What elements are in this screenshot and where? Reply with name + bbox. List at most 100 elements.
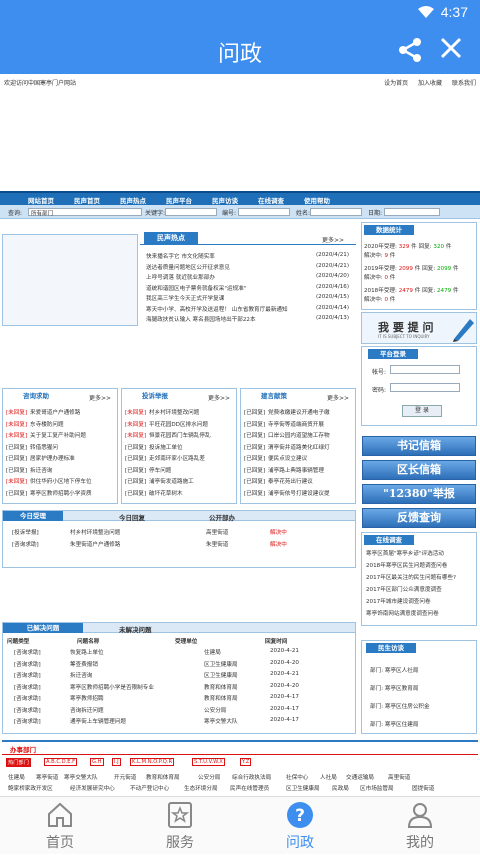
- dept-link[interactable]: 综合行政执法局: [232, 773, 271, 781]
- dept-link[interactable]: 民声在线管理员: [230, 784, 269, 792]
- hot-item-link[interactable]: 我区高三学生今天正式开学复课: [146, 294, 224, 302]
- secretary-mailbox-button[interactable]: 书记信箱: [362, 436, 476, 456]
- hot-item-link[interactable]: 送达者质量问题地区公开征求意见: [146, 263, 230, 271]
- dept-letter-tab[interactable]: K.L.M.N.O.P.Q.R: [130, 758, 175, 766]
- complaint-item-link[interactable]: 恒景花园西门车辆乱停乱: [149, 431, 211, 439]
- problem-item-link[interactable]: 筹查费报销: [70, 660, 98, 668]
- number-input[interactable]: [238, 208, 290, 216]
- dept-link[interactable]: 开元街道: [114, 773, 136, 781]
- dept-link[interactable]: 人社局: [320, 773, 337, 781]
- dept-link[interactable]: 不动产登记中心: [130, 784, 169, 792]
- date-input[interactable]: [384, 208, 440, 216]
- suggest-more-link[interactable]: 更多>>: [327, 393, 349, 402]
- tab-today-reply[interactable]: 今日回复: [119, 512, 145, 522]
- consult-more-link[interactable]: 更多>>: [89, 393, 111, 402]
- tab-wenzheng[interactable]: ? 问政: [240, 797, 360, 855]
- ask-question-banner[interactable]: 我 要 提 问 IT IS SUBJECT TO INQUIRY: [361, 312, 477, 344]
- dept-link[interactable]: 生态环境分局: [184, 784, 218, 792]
- suggest-item-link[interactable]: 党费收缴建议开通电子缴: [268, 408, 330, 416]
- dept-link[interactable]: 高里街道: [388, 773, 410, 781]
- suggest-item-link[interactable]: 渭亭街并道路美化红绿灯: [268, 443, 330, 451]
- nav-item[interactable]: 网站首页: [28, 195, 54, 205]
- interview-item-link[interactable]: 部门: 寒亭区人社局: [370, 666, 418, 674]
- tab-home[interactable]: 首页: [0, 797, 120, 855]
- consult-item-link[interactable]: 关于复工复产补助问题: [30, 431, 86, 439]
- problem-item-link[interactable]: 通亭街上车辆管理问题: [70, 717, 126, 725]
- today-item-link[interactable]: 村乡村环境整治问题: [70, 528, 120, 536]
- suggest-item-link[interactable]: 口岸公园内道望施工存物: [268, 431, 330, 439]
- survey-item-link[interactable]: 2017年区部门公众满意度调查: [366, 585, 442, 593]
- dept-link[interactable]: 住建局: [8, 773, 25, 781]
- dept-link[interactable]: 区市场监管局: [360, 784, 394, 792]
- dept-link[interactable]: 交通运输局: [346, 773, 374, 781]
- problem-item-link[interactable]: 寒亭教师招聘: [70, 694, 104, 702]
- tab-service[interactable]: 服务: [120, 797, 240, 855]
- complaint-item-link[interactable]: 浦亭街发道路施工: [149, 477, 194, 485]
- problem-item-link[interactable]: 恢复路上单位: [70, 648, 104, 656]
- consult-item-link[interactable]: 东寺楼防问题: [30, 420, 64, 428]
- problem-item-link[interactable]: 拆迁咨询: [70, 671, 92, 679]
- report-12380-button[interactable]: "12380"举报: [362, 484, 476, 504]
- username-input[interactable]: [390, 365, 460, 374]
- tab-solved[interactable]: 已解决问题: [3, 623, 83, 633]
- tab-mine[interactable]: 我的: [360, 797, 480, 855]
- dept-link[interactable]: 公安分局: [198, 773, 220, 781]
- suggest-item-link[interactable]: 浦亭街依号打建设建议提: [268, 489, 330, 497]
- survey-item-link[interactable]: 2017年区最关注的民生问题有哪些?: [366, 573, 456, 581]
- consult-item-link[interactable]: 居家护理办理标准: [30, 454, 75, 462]
- dept-letter-tab[interactable]: 热门部门: [6, 758, 31, 767]
- webview[interactable]: 欢迎访问中国寒亭门户网站 设为首页 加入收藏 联系我们 网站首页 民声首页 民声…: [0, 74, 480, 796]
- survey-item-link[interactable]: 2017年城市建设调查问卷: [366, 597, 431, 605]
- feedback-query-button[interactable]: 反馈查询: [362, 508, 476, 528]
- dept-letter-tab[interactable]: S.T.U.V.W.X: [192, 758, 225, 766]
- consult-item-link[interactable]: 来爱哥道户户通修路: [30, 408, 80, 416]
- nav-item[interactable]: 民声首页: [74, 195, 100, 205]
- login-button[interactable]: 登 录: [402, 405, 442, 417]
- complaint-item-link[interactable]: 投诉施工单位: [149, 443, 183, 451]
- consult-item-link[interactable]: 供住华府小区地下停车位: [30, 477, 92, 485]
- dept-link[interactable]: 经济发展研究中心: [70, 784, 115, 792]
- nav-item[interactable]: 使用帮助: [304, 195, 330, 205]
- problem-item-link[interactable]: 寒亭区教师招聘小学是否限制专业: [70, 683, 154, 691]
- nav-item[interactable]: 民声平台: [166, 195, 192, 205]
- dept-link[interactable]: 区卫生健康局: [286, 784, 320, 792]
- dept-link[interactable]: 寒亭街道: [36, 773, 58, 781]
- complaint-more-link[interactable]: 更多>>: [208, 393, 230, 402]
- mayor-mailbox-button[interactable]: 区长信箱: [362, 460, 476, 480]
- interview-item-link[interactable]: 部门: 寒亭区教育局: [370, 684, 418, 692]
- complaint-item-link[interactable]: 破坏花草树木: [149, 489, 183, 497]
- survey-item-link[interactable]: 2018年寒亭区民生问题调查问卷: [366, 561, 447, 569]
- banner-image[interactable]: [2, 234, 138, 326]
- hot-item-link[interactable]: 寒天中小学、高校开学及送返程！ 山东省教育厅最新通知: [146, 305, 288, 313]
- suggest-item-link[interactable]: 便民点设立建议: [268, 454, 307, 462]
- dept-link[interactable]: 教育和体育局: [146, 773, 180, 781]
- name-input[interactable]: [310, 208, 362, 216]
- tab-unsolved[interactable]: 未解决问题: [119, 624, 152, 634]
- consult-item-link[interactable]: 寒亭区教师招聘小学资质: [30, 489, 92, 497]
- hot-item-link[interactable]: 上呼号调落 就近就业那部办: [146, 273, 215, 281]
- complaint-item-link[interactable]: 村乡村环境整改问题: [149, 408, 199, 416]
- dept-letter-tab[interactable]: I.J: [112, 758, 121, 766]
- hot-item-link[interactable]: 快来播名字它 市文化随实率: [146, 252, 215, 260]
- dept-link[interactable]: 民政局: [332, 784, 349, 792]
- nav-item[interactable]: 在线调查: [258, 195, 284, 205]
- close-icon[interactable]: [438, 35, 464, 61]
- consult-item-link[interactable]: 转借悉猩问: [30, 443, 58, 451]
- complaint-item-link[interactable]: 停车问题: [149, 466, 171, 474]
- dept-letter-tab[interactable]: G.H: [90, 758, 104, 766]
- dept-select[interactable]: 所有部门: [28, 208, 142, 217]
- consult-item-link[interactable]: 拆迁咨询: [30, 466, 52, 474]
- nav-item[interactable]: 民声热点: [120, 195, 146, 205]
- dept-link[interactable]: 社保中心: [286, 773, 308, 781]
- tab-public-dept[interactable]: 公开部办: [209, 512, 235, 522]
- interview-item-link[interactable]: 部门: 寒亭区住建局: [370, 720, 418, 728]
- survey-item-link[interactable]: 寒亭饰南网站满意度调查问卷: [366, 609, 439, 617]
- interview-item-link[interactable]: 部门: 寒亭区住房公积金: [370, 702, 430, 710]
- dept-link[interactable]: 寒亭交警大队: [64, 773, 98, 781]
- today-item-link[interactable]: 朱里街道户户通修路: [70, 540, 120, 548]
- tab-today-accept[interactable]: 今日受理: [3, 511, 63, 521]
- dept-link[interactable]: 固提街道: [412, 784, 434, 792]
- dept-link[interactable]: 鲍家桥家政开发区: [8, 784, 53, 792]
- survey-item-link[interactable]: 寒亭区首届"寒亭乡谚"评选活动: [366, 549, 444, 557]
- hot-item-link[interactable]: 道统和谐园区电子票务就备权采"运规准": [146, 284, 246, 292]
